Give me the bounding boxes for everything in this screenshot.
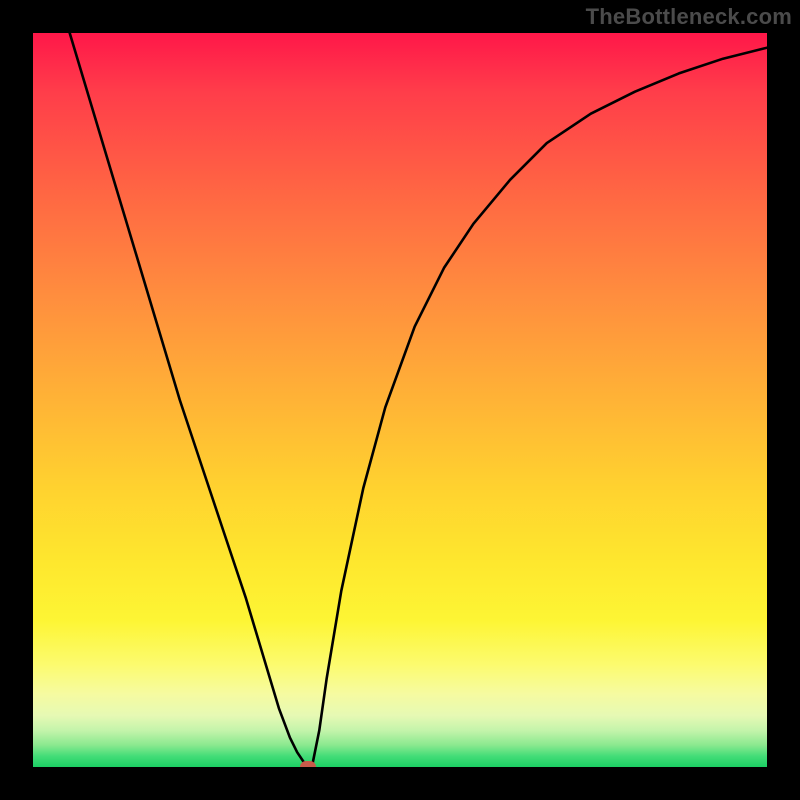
watermark-text: TheBottleneck.com (586, 4, 792, 30)
curve-svg (33, 33, 767, 767)
bottleneck-curve (33, 33, 767, 767)
chart-frame: TheBottleneck.com (0, 0, 800, 800)
plot-area (33, 33, 767, 767)
optimal-marker (300, 761, 316, 767)
